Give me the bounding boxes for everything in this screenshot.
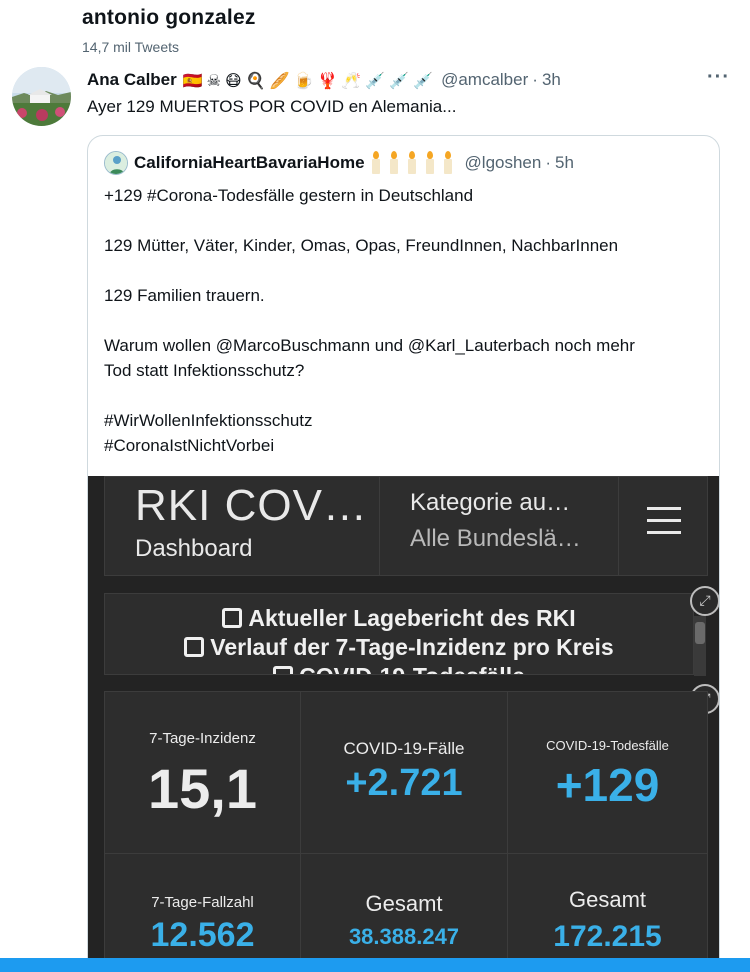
- stat-label: Gesamt: [365, 891, 443, 916]
- stat-label: 7-Tage-Fallzahl: [151, 894, 254, 911]
- quote-handle[interactable]: @lgoshen: [465, 153, 542, 173]
- candle-icon: [425, 150, 434, 174]
- profile-name: antonio gonzalez: [82, 6, 256, 29]
- stat-card-gesamt-faelle: Gesamt 38.388.247: [300, 853, 508, 972]
- bottom-bar: [0, 958, 750, 972]
- stat-card-gesamt-tode: Gesamt 172.215: [507, 853, 708, 972]
- category-value: Alle Bundeslä…: [410, 525, 581, 552]
- author-name[interactable]: Ana Calber: [87, 70, 177, 90]
- category-selector[interactable]: Kategorie au… Alle Bundeslä…: [379, 476, 619, 576]
- hashtag-link[interactable]: #CoronaIstNichtVorbei: [104, 433, 709, 458]
- emoji-flag-es: 🇪🇸: [182, 70, 203, 90]
- menu-panel[interactable]: [618, 476, 708, 576]
- category-title: Kategorie au…: [410, 489, 571, 516]
- stat-card-fallzahl: 7-Tage-Fallzahl 12.562: [104, 853, 301, 972]
- expand-icon[interactable]: ⤢: [690, 586, 719, 616]
- separator-dot: ·: [545, 153, 552, 172]
- tweet-text: Ayer 129 MUERTOS POR COVID en Alemania..…: [87, 97, 457, 116]
- emoji-glasses: 🥂: [341, 70, 362, 90]
- link-todesfaelle[interactable]: COVID-19-Todesfälle: [105, 662, 693, 674]
- emoji-lobster: 🦞: [317, 70, 338, 90]
- stat-value: +129: [555, 759, 660, 811]
- stat-label: 7-Tage-Inzidenz: [149, 730, 256, 747]
- emoji-pan: 🍳: [245, 70, 266, 90]
- stat-card-inzidenz: 7-Tage-Inzidenz 15,1: [104, 691, 301, 854]
- external-link-icon: [222, 608, 243, 628]
- quote-text: +129 #Corona-Todesfälle gestern in Deuts…: [104, 183, 709, 458]
- quote-line: Warum wollen @MarcoBuschmann und @Karl_L…: [104, 336, 635, 355]
- author-handle[interactable]: @amcalber: [441, 70, 528, 90]
- stat-value: 38.388.247: [348, 924, 460, 949]
- stat-value: +2.721: [345, 762, 463, 804]
- tweet-count: 14,7 mil Tweets: [82, 39, 180, 55]
- emoji-mask: 😷: [225, 70, 242, 90]
- link-inzidenz[interactable]: Verlauf der 7-Tage-Inzidenz pro Kreis: [105, 633, 693, 662]
- links-list: Aktueller Lagebericht des RKI Verlauf de…: [105, 604, 693, 674]
- external-link-icon: [273, 666, 294, 674]
- link-lagebericht[interactable]: Aktueller Lagebericht des RKI: [105, 604, 693, 633]
- quote-time[interactable]: 5h: [555, 153, 574, 173]
- dashboard-subtitle: Dashboard: [135, 535, 253, 562]
- separator-dot: ·: [532, 70, 538, 89]
- candle-icon: [371, 150, 380, 174]
- dashboard-image[interactable]: RKI COV… Dashboard Kategorie au… Alle Bu…: [88, 476, 719, 972]
- dashboard-title: RKI COV…: [135, 481, 368, 530]
- stat-label: Gesamt: [568, 887, 647, 912]
- stat-card-todesfaelle: COVID-19-Todesfälle +129: [507, 691, 708, 854]
- quote-line: +129 #Corona-Todesfälle gestern in Deuts…: [104, 186, 474, 205]
- quote-header: CaliforniaHeartBavariaHome @lgoshen · 5h: [104, 150, 574, 175]
- emoji-beer: 🍺: [293, 70, 314, 90]
- stat-value: 172.215: [553, 920, 662, 953]
- more-dots-icon[interactable]: ···: [707, 66, 730, 89]
- candle-icon: [443, 150, 452, 174]
- hamburger-menu-icon[interactable]: [647, 507, 681, 535]
- hashtag-link[interactable]: #WirWollenInfektionsschutz: [104, 408, 709, 433]
- quote-tweet-card[interactable]: CaliforniaHeartBavariaHome @lgoshen · 5h…: [87, 135, 720, 972]
- stat-card-faelle: COVID-19-Fälle +2.721: [300, 691, 508, 854]
- external-link-icon: [184, 637, 205, 657]
- emoji-skull: ☠: [206, 70, 222, 90]
- tweet-header: Ana Calber 🇪🇸 ☠ 😷 🍳 🥖 🍺 🦞 🥂 💉 💉 💉 @amcal…: [87, 66, 730, 92]
- quote-author-name[interactable]: CaliforniaHeartBavariaHome: [134, 153, 365, 173]
- stat-label: COVID-19-Fälle: [343, 739, 465, 758]
- emoji-syringe: 💉: [389, 70, 410, 90]
- stat-value: 12.562: [150, 916, 255, 954]
- quote-line: 129 Familien trauern.: [104, 286, 265, 305]
- dashboard-title-panel: RKI COV… Dashboard: [104, 476, 380, 576]
- quote-avatar[interactable]: [104, 151, 128, 175]
- emoji-syringe: 💉: [365, 70, 386, 90]
- stat-label: COVID-19-Todesfälle: [546, 738, 669, 753]
- links-scrollbar[interactable]: [694, 616, 706, 676]
- emoji-syringe: 💉: [413, 70, 434, 90]
- emoji-bread: 🥖: [269, 70, 290, 90]
- stat-value: 15,1: [148, 757, 257, 820]
- candle-icon: [389, 150, 398, 174]
- tweet-time[interactable]: 3h: [542, 70, 561, 90]
- profile-header: antonio gonzalez 14,7 mil Tweets: [82, 6, 256, 55]
- quote-line: 129 Mütter, Väter, Kinder, Omas, Opas, F…: [104, 236, 619, 255]
- quote-line: Tod statt Infektionsschutz?: [104, 361, 305, 380]
- avatar[interactable]: [12, 67, 71, 126]
- candle-icon: [407, 150, 416, 174]
- links-panel: Aktueller Lagebericht des RKI Verlauf de…: [104, 593, 694, 675]
